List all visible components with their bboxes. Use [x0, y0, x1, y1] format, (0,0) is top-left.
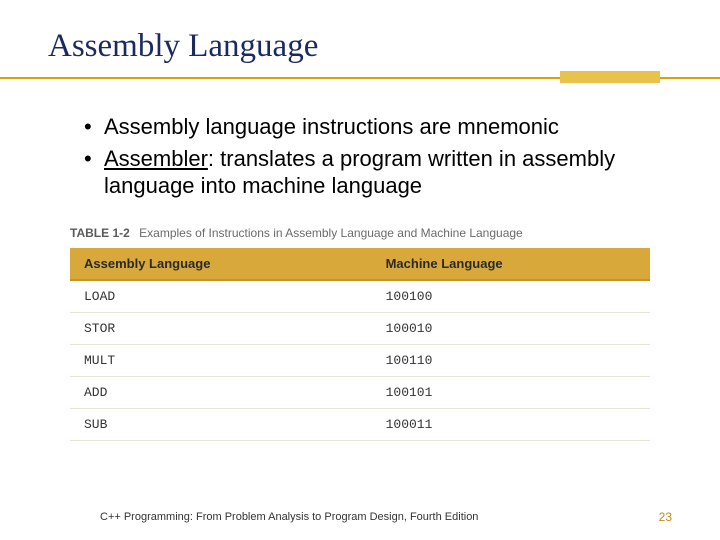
table-cell: STOR: [70, 312, 372, 344]
table-cell: 100110: [372, 344, 650, 376]
slide: Assembly Language Assembly language inst…: [0, 0, 720, 540]
bullet-item: Assembler: translates a program written …: [84, 145, 672, 200]
title-rule: [0, 71, 720, 85]
instruction-table: Assembly Language Machine Language LOAD …: [70, 248, 650, 441]
page-title: Assembly Language: [48, 28, 672, 65]
bullet-item: Assembly language instructions are mnemo…: [84, 113, 672, 141]
table-cell: ADD: [70, 376, 372, 408]
table-cell: 100101: [372, 376, 650, 408]
table-row: SUB 100011: [70, 408, 650, 440]
table-cell: 100100: [372, 280, 650, 313]
bullet-list: Assembly language instructions are mnemo…: [84, 113, 672, 200]
table-cell: LOAD: [70, 280, 372, 313]
bullet-underlined: Assembler: [104, 146, 208, 171]
table-header-cell: Assembly Language: [70, 248, 372, 280]
table-cell: SUB: [70, 408, 372, 440]
table-caption: TABLE 1-2 Examples of Instructions in As…: [70, 226, 650, 240]
bullet-text: Assembly language instructions are mnemo…: [104, 114, 559, 139]
table-header-row: Assembly Language Machine Language: [70, 248, 650, 280]
footer: C++ Programming: From Problem Analysis t…: [0, 510, 720, 524]
table-block: TABLE 1-2 Examples of Instructions in As…: [70, 226, 650, 441]
table-cell: MULT: [70, 344, 372, 376]
table-label-prefix: TABLE 1-2: [70, 226, 130, 240]
table-row: STOR 100010: [70, 312, 650, 344]
title-rule-accent: [560, 71, 660, 83]
table-cell: 100011: [372, 408, 650, 440]
table-cell: 100010: [372, 312, 650, 344]
table-row: LOAD 100100: [70, 280, 650, 313]
table-row: ADD 100101: [70, 376, 650, 408]
table-row: MULT 100110: [70, 344, 650, 376]
table-header-cell: Machine Language: [372, 248, 650, 280]
page-number: 23: [659, 510, 672, 524]
footer-text: C++ Programming: From Problem Analysis t…: [100, 511, 478, 523]
table-caption-text: Examples of Instructions in Assembly Lan…: [139, 226, 523, 240]
